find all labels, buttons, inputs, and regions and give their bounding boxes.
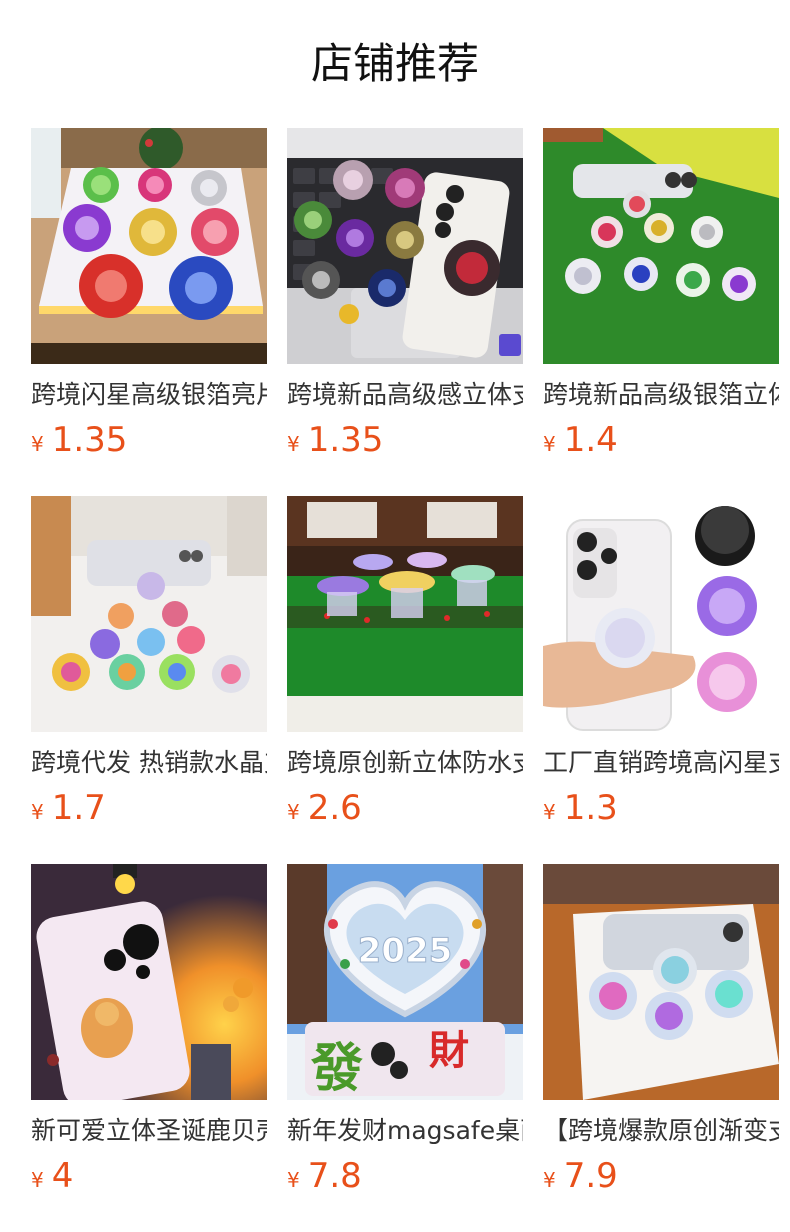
product-image[interactable] xyxy=(287,128,523,364)
product-name[interactable]: 新可爱立体圣诞鹿贝壳纹支架 xyxy=(31,1114,267,1148)
product-name[interactable]: 跨境新品高级银箔立体支架 xyxy=(543,378,779,412)
product-image[interactable]: 2025 發 財 xyxy=(287,864,523,1100)
currency-symbol: ¥ xyxy=(287,432,300,456)
product-price: ¥4 xyxy=(31,1154,267,1198)
product-card[interactable]: 跨境新品高级银箔立体支架 ¥1.4 xyxy=(543,128,779,496)
product-image[interactable] xyxy=(31,128,267,364)
currency-symbol: ¥ xyxy=(287,1168,300,1192)
product-photo-glitter-grips-green-field xyxy=(543,128,779,364)
product-name[interactable]: 【跨境爆款原创渐变支架 xyxy=(543,1114,779,1148)
product-photo-gradient-grips-wood xyxy=(543,864,779,1100)
product-price: ¥1.35 xyxy=(31,418,267,462)
price-amount: 4 xyxy=(51,1156,74,1196)
product-image[interactable] xyxy=(287,496,523,732)
product-card[interactable]: 2025 發 財 新年发财magsafe桌面支架 ¥7.8 xyxy=(287,864,523,1232)
product-name[interactable]: 工厂直销跨境高闪星支架 xyxy=(543,746,779,780)
product-image[interactable] xyxy=(543,496,779,732)
currency-symbol: ¥ xyxy=(543,1168,556,1192)
product-photo-new-year-2025-heart: 2025 發 財 xyxy=(287,864,523,1100)
product-card[interactable]: 跨境原创新立体防水支架 ¥2.6 xyxy=(287,496,523,864)
product-image[interactable] xyxy=(543,128,779,364)
product-price: ¥7.8 xyxy=(287,1154,523,1198)
product-card[interactable]: 【跨境爆款原创渐变支架 ¥7.9 xyxy=(543,864,779,1232)
product-name[interactable]: 跨境闪星高级银箔亮片手机支架 xyxy=(31,378,267,412)
product-name[interactable]: 新年发财magsafe桌面支架 xyxy=(287,1114,523,1148)
price-amount: 1.35 xyxy=(307,420,384,460)
product-card[interactable]: 跨境闪星高级银箔亮片手机支架 ¥1.35 xyxy=(31,128,267,496)
product-price: ¥1.35 xyxy=(287,418,523,462)
price-amount: 2.6 xyxy=(307,788,362,828)
page-title: 店铺推荐 xyxy=(310,39,479,88)
product-photo-purple-grips-garland xyxy=(287,496,523,732)
price-amount: 7.8 xyxy=(307,1156,362,1196)
product-photo-deer-phone-case-sunset xyxy=(31,864,267,1100)
price-amount: 1.7 xyxy=(51,788,106,828)
product-card[interactable]: 工厂直销跨境高闪星支架 ¥1.3 xyxy=(543,496,779,864)
currency-symbol: ¥ xyxy=(287,800,300,824)
product-card[interactable]: 新可爱立体圣诞鹿贝壳纹支架 ¥4 xyxy=(31,864,267,1232)
product-price: ¥2.6 xyxy=(287,786,523,830)
svg-text:2025: 2025 xyxy=(358,931,453,971)
price-amount: 1.4 xyxy=(563,420,618,460)
currency-symbol: ¥ xyxy=(31,432,44,456)
product-grid: 跨境闪星高级银箔亮片手机支架 ¥1.35 xyxy=(31,128,779,1232)
product-photo-glitter-grips-white-display xyxy=(31,128,267,364)
product-card[interactable]: 跨境新品高级感立体支架 ¥1.35 xyxy=(287,128,523,496)
price-amount: 1.35 xyxy=(51,420,128,460)
product-image[interactable] xyxy=(31,864,267,1100)
product-price: ¥7.9 xyxy=(543,1154,779,1198)
product-price: ¥1.3 xyxy=(543,786,779,830)
product-name[interactable]: 跨境新品高级感立体支架 xyxy=(287,378,523,412)
price-amount: 1.3 xyxy=(563,788,618,828)
product-name[interactable]: 跨境原创新立体防水支架 xyxy=(287,746,523,780)
product-name[interactable]: 跨境代发 热销款水晶支架 xyxy=(31,746,267,780)
product-photo-hand-holding-phone xyxy=(543,496,779,732)
svg-text:發: 發 xyxy=(310,1039,363,1099)
product-image[interactable] xyxy=(31,496,267,732)
product-price: ¥1.7 xyxy=(31,786,267,830)
currency-symbol: ¥ xyxy=(31,1168,44,1192)
product-image[interactable] xyxy=(543,864,779,1100)
price-amount: 7.9 xyxy=(563,1156,618,1196)
product-photo-rainbow-grips-white-table xyxy=(31,496,267,732)
currency-symbol: ¥ xyxy=(543,800,556,824)
product-price: ¥1.4 xyxy=(543,418,779,462)
currency-symbol: ¥ xyxy=(543,432,556,456)
currency-symbol: ¥ xyxy=(31,800,44,824)
product-photo-glitter-grips-laptop xyxy=(287,128,523,364)
svg-text:財: 財 xyxy=(429,1028,469,1074)
product-card[interactable]: 跨境代发 热销款水晶支架 ¥1.7 xyxy=(31,496,267,864)
